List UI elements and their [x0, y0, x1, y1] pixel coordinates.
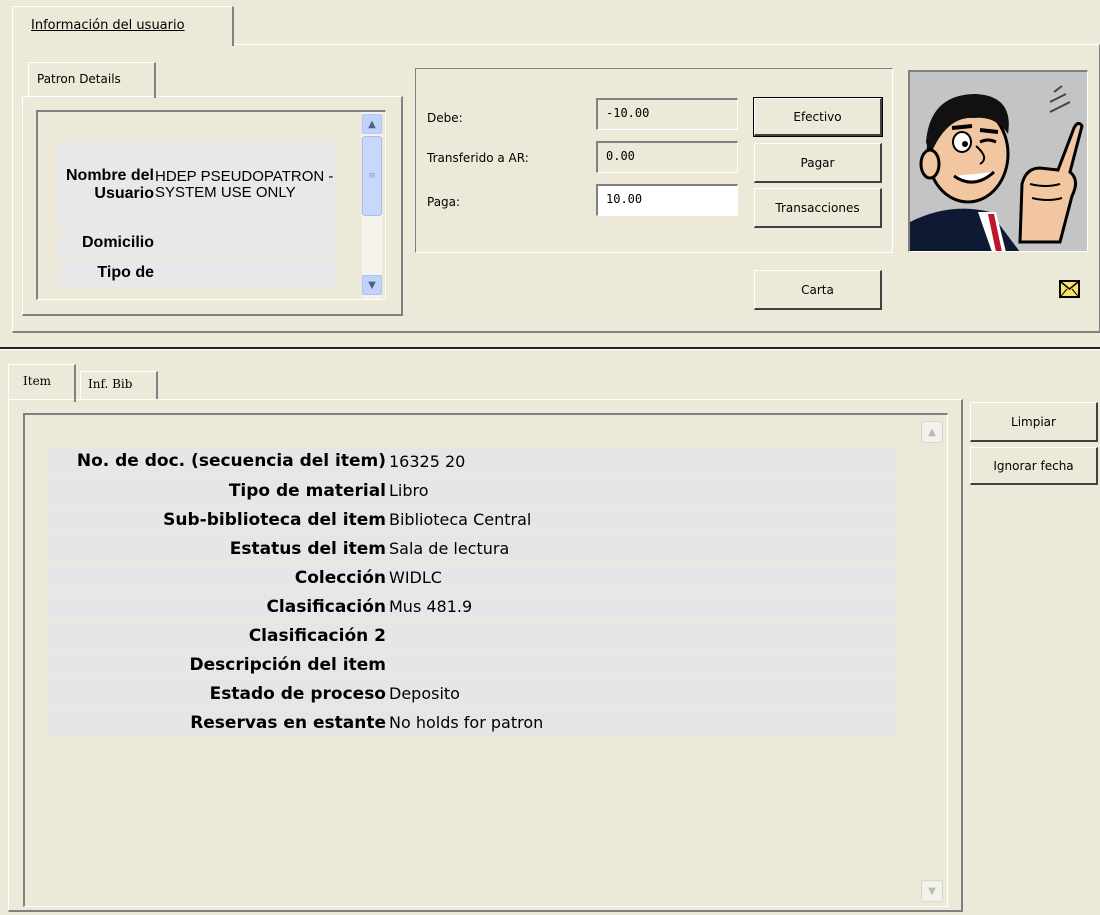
envelope-icon[interactable] [1059, 280, 1080, 298]
transacciones-button[interactable]: Transacciones [754, 188, 882, 228]
table-row: Estatus del item Sala de lectura [47, 534, 897, 564]
efectivo-button[interactable]: Efectivo [753, 97, 883, 137]
item-field-label: Sub-biblioteca del item [47, 505, 388, 535]
item-field-label: Estatus del item [47, 534, 388, 564]
transferido-field[interactable]: 0.00 [596, 141, 738, 173]
tab-user-info[interactable]: Información del usuario [12, 6, 234, 46]
patron-address-value [154, 228, 336, 259]
ignorar-fecha-button[interactable]: Ignorar fecha [970, 447, 1098, 485]
patron-name-value: HDEP PSEUDOPATRON - SYSTEM USE ONLY [154, 142, 336, 229]
chevron-up-icon[interactable]: ▲ [362, 114, 382, 134]
item-field-value: Mus 481.9 [388, 592, 897, 622]
pagar-button[interactable]: Pagar [754, 143, 882, 183]
table-row: Colección WIDLC [47, 563, 897, 593]
item-field-value: 16325 20 [388, 447, 897, 477]
item-field-label: Clasificación 2 [47, 621, 388, 651]
tab-user-info-label: Información del usuario [31, 18, 185, 33]
panel-splitter-highlight [0, 349, 1100, 350]
cartoon-man-pointing-icon [910, 72, 1087, 251]
table-row: Estado de proceso Deposito [47, 679, 897, 709]
table-row: Sub-biblioteca del item Biblioteca Centra… [47, 505, 897, 535]
item-field-value: Libro [388, 476, 897, 506]
item-field-value: WIDLC [388, 563, 897, 593]
table-row: Clasificación 2 [47, 621, 897, 651]
chevron-up-icon[interactable]: ▲ [921, 421, 943, 443]
carta-button[interactable]: Carta [754, 270, 882, 310]
patron-address-label: Domicilio [58, 228, 154, 259]
patron-type-label: Tipo de [58, 258, 154, 289]
item-field-label: Descripción del item [47, 650, 388, 680]
item-field-label: Reservas en estante [47, 708, 388, 738]
transferido-label: Transferido a AR: [427, 151, 529, 165]
patron-details-list[interactable]: Nombre del Usuario HDEP PSEUDOPATRON - S… [36, 110, 386, 300]
patron-row-type: Tipo de [58, 258, 336, 289]
item-details-list[interactable]: No. de doc. (secuencia del item) 16325 20… [23, 413, 948, 907]
item-field-value: Biblioteca Central [388, 505, 897, 535]
tab-patron-details[interactable]: Patron Details [28, 62, 156, 98]
item-field-value [388, 621, 897, 651]
tab-item[interactable]: Item [8, 364, 76, 402]
item-field-label: No. de doc. (secuencia del item) [47, 447, 388, 477]
patron-row-name: Nombre del Usuario HDEP PSEUDOPATRON - S… [58, 142, 336, 229]
item-field-label: Clasificación [47, 592, 388, 622]
patron-type-value [154, 258, 336, 289]
paga-input[interactable]: 10.00 [596, 184, 738, 216]
item-field-label: Colección [47, 563, 388, 593]
item-field-value [388, 650, 897, 680]
table-row: No. de doc. (secuencia del item) 16325 20 [47, 447, 897, 477]
tab-patron-details-label: Patron Details [37, 72, 121, 86]
debe-label: Debe: [427, 111, 463, 125]
item-field-label: Tipo de material [47, 476, 388, 506]
table-row: Tipo de material Libro [47, 476, 897, 506]
chevron-down-icon[interactable]: ▼ [921, 880, 943, 902]
debe-field[interactable]: -10.00 [596, 98, 738, 130]
patron-details-scrollbar[interactable]: ▲ ≡ ▼ [362, 112, 382, 298]
item-field-label: Estado de proceso [47, 679, 388, 709]
scroll-thumb[interactable]: ≡ [362, 136, 382, 216]
limpiar-button[interactable]: Limpiar [970, 402, 1098, 442]
table-row: Clasificación Mus 481.9 [47, 592, 897, 622]
item-field-value: No holds for patron [388, 708, 897, 738]
patron-name-label: Nombre del Usuario [58, 142, 154, 229]
paga-label: Paga: [427, 195, 461, 209]
item-field-value: Deposito [388, 679, 897, 709]
tab-item-label: Item [23, 374, 52, 388]
item-details-table: No. de doc. (secuencia del item) 16325 20… [47, 447, 897, 738]
table-row: Reservas en estante No holds for patron [47, 708, 897, 738]
table-row: Descripción del item [47, 650, 897, 680]
patron-details-table: Nombre del Usuario HDEP PSEUDOPATRON - S… [58, 142, 336, 289]
patron-row-address: Domicilio [58, 228, 336, 259]
chevron-down-icon[interactable]: ▼ [362, 275, 382, 295]
tab-bib-info-label: Inf. Bib [88, 377, 133, 391]
patron-picture [908, 70, 1088, 252]
item-field-value: Sala de lectura [388, 534, 897, 564]
tab-bib-info[interactable]: Inf. Bib [80, 371, 158, 399]
